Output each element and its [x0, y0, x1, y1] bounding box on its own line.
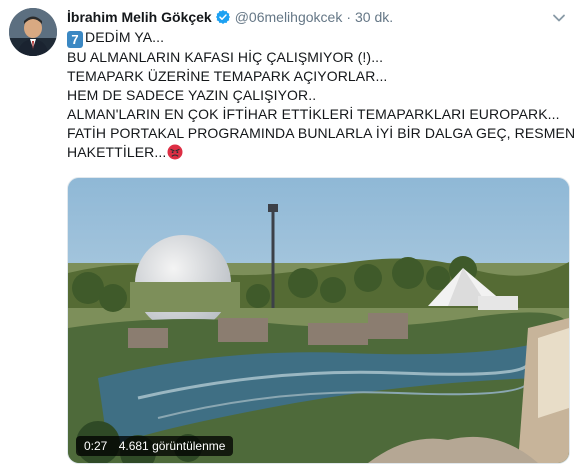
keycap-seven-emoji: 7	[67, 31, 83, 48]
tweet-line: 7 DEDİM YA...	[67, 28, 567, 48]
tweet-line: ALMAN'LARIN EN ÇOK İFTİHAR ETTİKLERİ TEM…	[67, 106, 560, 122]
author-name[interactable]: İbrahim Melih Gökçek	[67, 9, 212, 25]
angry-face-emoji	[167, 144, 183, 160]
video-thumbnail	[68, 178, 569, 463]
video-duration: 0:27	[84, 439, 108, 453]
chevron-down-icon[interactable]	[550, 9, 568, 27]
tweet-text: 7 DEDİM YA... BU ALMANLARIN KAFASI HİÇ ÇA…	[67, 28, 576, 162]
author-handle[interactable]: @06melihgokcek	[235, 9, 343, 25]
tweet-header: İbrahim Melih Gökçek @06melihgokcek · 30 dk…	[67, 7, 393, 27]
tweet-time[interactable]: 30 dk.	[355, 9, 393, 25]
tweet-line: HEM DE SADECE YAZIN ÇALIŞIYOR..	[67, 87, 317, 103]
video-player[interactable]: 0:27 4.681 görüntülenme	[67, 177, 570, 464]
video-view-count: 4.681 görüntülenme	[118, 439, 226, 453]
separator-dot: ·	[346, 9, 351, 25]
tweet-line-text: HAKETTİLER...	[67, 144, 167, 160]
video-stats-badge: 0:27 4.681 görüntülenme	[76, 436, 234, 456]
tweet-line: FATİH PORTAKAL PROGRAMINDA BUNLARLA İYİ …	[67, 125, 576, 141]
verified-badge-icon	[215, 9, 231, 30]
tweet-line: HAKETTİLER...	[67, 143, 567, 162]
avatar[interactable]	[9, 8, 57, 56]
tweet-line: TEMAPARK ÜZERİNE TEMAPARK AÇIYORLAR...	[67, 68, 388, 84]
tweet: İbrahim Melih Gökçek @06melihgokcek · 30 dk…	[0, 0, 578, 476]
tweet-line-text: DEDİM YA...	[85, 29, 165, 45]
tweet-line: BU ALMANLARIN KAFASI HİÇ ÇALIŞMIYOR (!).…	[67, 49, 384, 65]
